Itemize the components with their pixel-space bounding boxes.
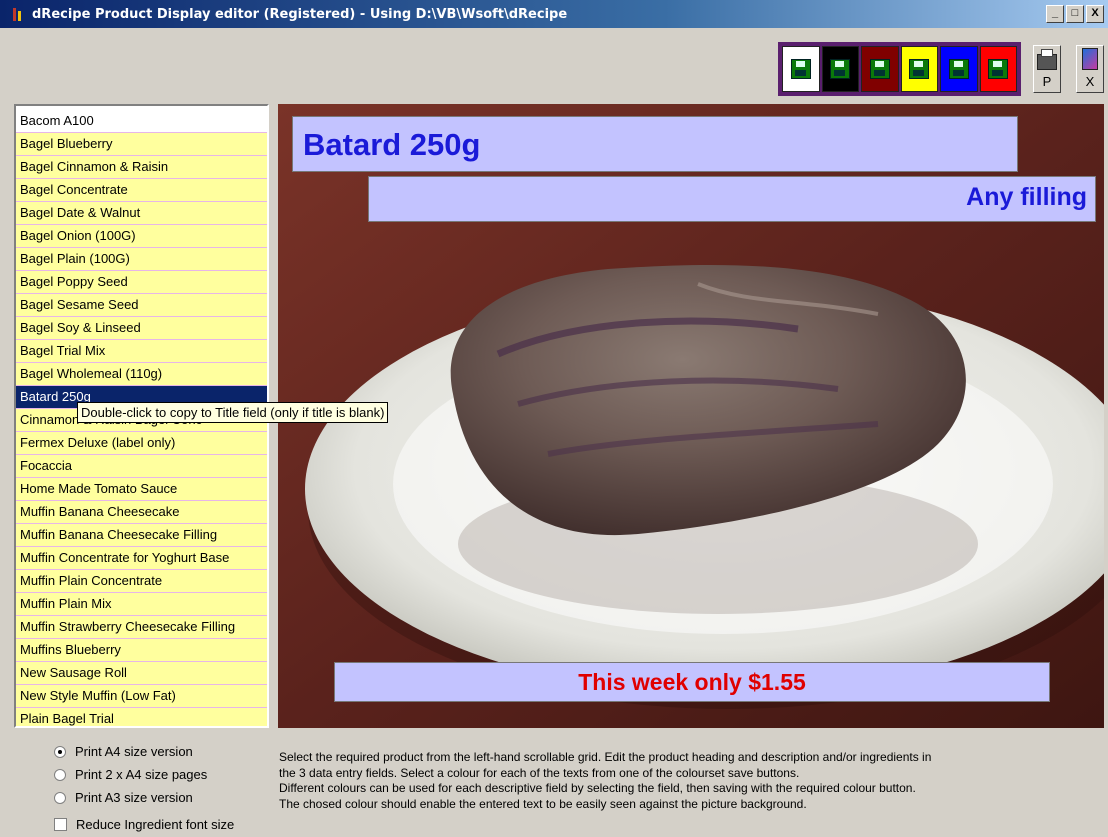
product-list-item[interactable]: Muffin Banana Cheesecake Filling bbox=[16, 524, 267, 547]
window-title: dRecipe Product Display editor (Register… bbox=[32, 6, 568, 22]
product-list-item[interactable]: Muffins Blueberry bbox=[16, 639, 267, 662]
product-list-item[interactable]: Bagel Wholemeal (110g) bbox=[16, 363, 267, 386]
product-list-item[interactable]: Bagel Blueberry bbox=[16, 133, 267, 156]
print-button[interactable]: P bbox=[1033, 45, 1061, 93]
printer-icon bbox=[1037, 49, 1057, 70]
option-print-a4-label: Print A4 size version bbox=[75, 744, 193, 759]
colour-save-button-yellow[interactable] bbox=[900, 46, 938, 92]
maximize-button[interactable]: □ bbox=[1066, 5, 1084, 23]
option-print-a4[interactable]: Print A4 size version bbox=[54, 740, 234, 763]
product-list-item[interactable]: Bagel Date & Walnut bbox=[16, 202, 267, 225]
option-print-a3[interactable]: Print A3 size version bbox=[54, 786, 234, 809]
floppy-save-icon bbox=[830, 59, 851, 79]
colour-save-button-white[interactable] bbox=[782, 46, 820, 92]
floppy-save-icon bbox=[790, 59, 811, 79]
colour-save-button-blue[interactable] bbox=[940, 46, 978, 92]
product-list-item[interactable]: Bagel Soy & Linseed bbox=[16, 317, 267, 340]
exit-button[interactable]: X bbox=[1076, 45, 1104, 93]
floppy-save-icon bbox=[948, 59, 969, 79]
minimize-button[interactable]: _ bbox=[1046, 5, 1064, 23]
colour-save-button-red[interactable] bbox=[979, 46, 1017, 92]
exit-button-label: X bbox=[1085, 74, 1095, 89]
product-list-item[interactable]: Bagel Sesame Seed bbox=[16, 294, 267, 317]
product-list-item[interactable]: Fermex Deluxe (label only) bbox=[16, 432, 267, 455]
floppy-save-icon bbox=[988, 59, 1009, 79]
colour-save-button-black[interactable] bbox=[821, 46, 859, 92]
radio-print-a3[interactable] bbox=[54, 791, 66, 804]
title-field[interactable]: Batard 250g bbox=[292, 116, 1018, 172]
colourset-panel bbox=[778, 42, 1021, 96]
product-list-item[interactable]: Muffin Plain Mix bbox=[16, 593, 267, 616]
option-print-2xa4[interactable]: Print 2 x A4 size pages bbox=[54, 763, 234, 786]
product-list-item[interactable]: Plain Bagel Trial bbox=[16, 708, 267, 726]
print-button-label: P bbox=[1042, 74, 1052, 89]
price-field[interactable]: This week only $1.55 bbox=[334, 662, 1050, 702]
product-list-item[interactable]: New Style Muffin (Low Fat) bbox=[16, 685, 267, 708]
product-list-item[interactable]: Muffin Plain Concentrate bbox=[16, 570, 267, 593]
print-options: Print A4 size version Print 2 x A4 size … bbox=[54, 740, 234, 836]
tooltip: Double-click to copy to Title field (onl… bbox=[77, 402, 389, 423]
window-controls: _ □ X bbox=[1046, 5, 1104, 23]
app-icon bbox=[10, 6, 26, 22]
reduce-font-checkbox[interactable] bbox=[54, 818, 67, 831]
product-list-item[interactable]: Home Made Tomato Sauce bbox=[16, 478, 267, 501]
instructions-line-2: the 3 data entry fields. Select a colour… bbox=[279, 765, 800, 780]
title-bar: dRecipe Product Display editor (Register… bbox=[0, 0, 1108, 28]
product-list-item[interactable]: New Sausage Roll bbox=[16, 662, 267, 685]
floppy-save-icon bbox=[869, 59, 890, 79]
product-list-item[interactable]: Muffin Concentrate for Yoghurt Base bbox=[16, 547, 267, 570]
product-list-item[interactable]: Muffin Banana Cheesecake bbox=[16, 501, 267, 524]
floppy-save-icon bbox=[909, 59, 930, 79]
reduce-font-label: Reduce Ingredient font size bbox=[76, 817, 235, 832]
product-list-item[interactable]: Bagel Trial Mix bbox=[16, 340, 267, 363]
product-list-item[interactable]: Bagel Onion (100G) bbox=[16, 225, 267, 248]
option-print-a3-label: Print A3 size version bbox=[75, 790, 193, 805]
exit-door-icon bbox=[1082, 48, 1098, 70]
product-list-item[interactable]: Bagel Poppy Seed bbox=[16, 271, 267, 294]
instructions: Select the required product from the lef… bbox=[279, 750, 1099, 812]
colour-save-button-maroon[interactable] bbox=[861, 46, 899, 92]
close-button[interactable]: X bbox=[1086, 5, 1104, 23]
product-list-item[interactable]: Focaccia bbox=[16, 455, 267, 478]
product-list-item[interactable]: Bagel Plain (100G) bbox=[16, 248, 267, 271]
instructions-line-1: Select the required product from the lef… bbox=[279, 750, 932, 764]
option-print-2xa4-label: Print 2 x A4 size pages bbox=[75, 767, 208, 782]
product-display: Batard 250g Any filling This week only $… bbox=[278, 104, 1104, 728]
product-list-item[interactable]: Muffin Strawberry Cheesecake Filling bbox=[16, 616, 267, 639]
description-field[interactable]: Any filling bbox=[368, 176, 1096, 222]
option-reduce-font[interactable]: Reduce Ingredient font size bbox=[54, 813, 234, 836]
product-list-item[interactable]: Bagel Cinnamon & Raisin bbox=[16, 156, 267, 179]
radio-print-2xa4[interactable] bbox=[54, 768, 66, 781]
instructions-line-4: The chosed colour should enable the ente… bbox=[279, 796, 807, 811]
instructions-line-3: Different colours can be used for each d… bbox=[279, 781, 916, 795]
product-list-item[interactable]: Bacom A100 bbox=[16, 110, 267, 133]
product-list-item[interactable]: Bagel Concentrate bbox=[16, 179, 267, 202]
radio-print-a4[interactable] bbox=[54, 745, 66, 758]
